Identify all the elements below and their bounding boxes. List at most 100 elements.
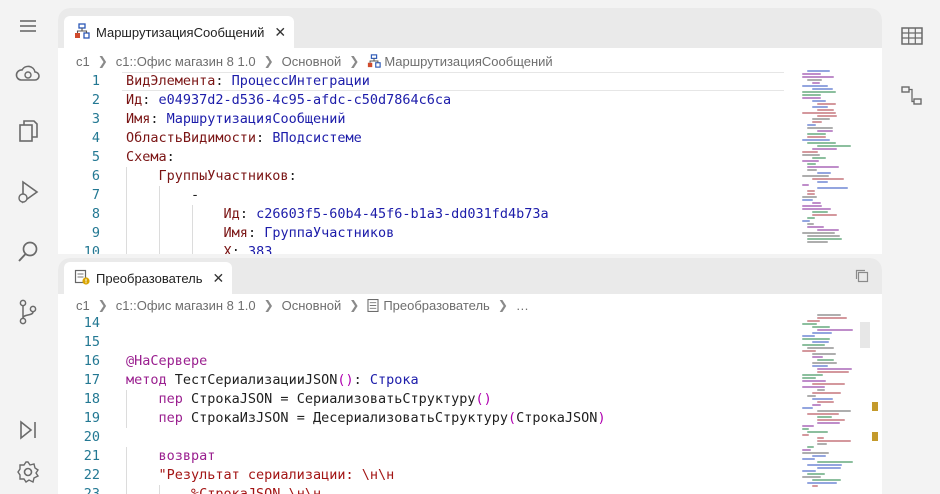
breadcrumb: c1 ❯ с1::Офис магазин 8 1.0 ❯ Основной ❯… (76, 296, 529, 314)
minimap-line (807, 223, 814, 225)
code-text: возврат (126, 447, 216, 466)
breadcrumb-item[interactable]: Преобразователь (367, 298, 490, 313)
code-token: Имя (223, 225, 248, 241)
code-line[interactable]: 23 %СтрокаJSON \н\н (58, 485, 788, 494)
code-line[interactable]: 19 пер СтрокаИзJSON = ДесериализоватьСтр… (58, 409, 788, 428)
breadcrumb-item[interactable]: … (516, 298, 529, 313)
code-text: метод ТестСериализацииJSON(): Строка (126, 371, 419, 390)
line-number: 5 (91, 149, 100, 165)
code-line[interactable]: 1 ВидЭлемента: ПроцессИнтеграции (58, 72, 788, 91)
indent-guide (159, 485, 160, 494)
run-all-icon[interactable] (14, 416, 42, 444)
diagram-icon[interactable] (898, 82, 926, 110)
minimap-line (817, 371, 850, 373)
copy-icon[interactable] (854, 268, 870, 289)
scrollbar-thumb[interactable] (860, 322, 870, 348)
code-line[interactable]: 6 ГруппыУчастников: (58, 167, 788, 186)
minimap[interactable] (802, 314, 878, 494)
code-token: : (166, 149, 175, 165)
minimap[interactable] (802, 70, 858, 254)
code-line[interactable]: 18 пер СтрокаJSON = СериализоватьСтрукту… (58, 390, 788, 409)
minimap-line (802, 220, 811, 222)
code-token: X (223, 244, 232, 254)
tab-marshrutizaciya[interactable]: МаршрутизацияСообщений ✕ (64, 16, 295, 48)
minimap-line (817, 437, 825, 439)
breadcrumb-item[interactable]: Основной (282, 298, 342, 313)
code-line[interactable]: 17 метод ТестСериализацииJSON(): Строка (58, 371, 788, 390)
code-token: возврат (158, 448, 216, 464)
menu-icon[interactable] (14, 12, 42, 40)
source-control-icon[interactable] (14, 298, 42, 326)
close-icon[interactable]: ✕ (213, 271, 225, 285)
line-number: 1 (91, 73, 100, 89)
code-line[interactable]: 22 "Результат сериализации: \н\н (58, 466, 788, 485)
code-token: e04937d2-d536-4c95-afdc-c50d7864c6ca (158, 92, 452, 108)
minimap-line (807, 136, 827, 138)
breadcrumb-item[interactable]: с1::Офис магазин 8 1.0 (116, 54, 256, 69)
table-icon[interactable] (898, 22, 926, 50)
minimap-line (802, 344, 825, 346)
breadcrumb-item[interactable]: c1 (76, 54, 90, 69)
minimap-line (812, 82, 821, 84)
code-line[interactable]: 8 Ид: c26603f5-60b4-45f6-b1a3-dd031fd4b7… (58, 205, 788, 224)
code-token: ПроцессИнтеграции (231, 73, 370, 89)
cloud-sync-icon[interactable] (14, 60, 42, 88)
code-line[interactable]: 14 (58, 314, 788, 333)
settings-gear-icon[interactable] (14, 458, 42, 486)
breadcrumb-item[interactable]: c1 (76, 298, 90, 313)
code-line[interactable]: 3 Имя: МаршрутизацияСообщений (58, 110, 788, 129)
code-editor[interactable]: 14 15 16 @НаСервере 17 метод ТестСериализации… (58, 314, 788, 494)
search-icon[interactable] (14, 238, 42, 266)
line-number: 8 (91, 206, 100, 222)
code-text: ГруппыУчастников: (126, 167, 297, 186)
minimap-line (802, 476, 821, 478)
code-text: "Результат сериализации: \н\н (126, 466, 395, 485)
minimap-line (802, 205, 823, 207)
run-debug-icon[interactable] (14, 178, 42, 206)
indent-guide (192, 205, 193, 254)
code-line[interactable]: 15 (58, 333, 788, 352)
code-text: Ид: e04937d2-d536-4c95-afdc-c50d7864c6ca (126, 91, 451, 110)
minimap-line (807, 446, 815, 448)
code-text: Имя: МаршрутизацияСообщений (126, 110, 345, 129)
code-line[interactable]: 20 (58, 428, 788, 447)
minimap-line (812, 178, 845, 180)
files-icon[interactable] (14, 118, 42, 146)
code-token: СтрокаJSON = СериализоватьСтруктуру (191, 391, 476, 407)
minimap-line (802, 452, 829, 454)
code-line[interactable]: 4 ОбластьВидимости: ВПодсистеме (58, 129, 788, 148)
code-line[interactable]: 5 Схема: (58, 148, 788, 167)
code-line[interactable]: 9 Имя: ГруппаУчастников (58, 224, 788, 243)
code-line[interactable]: 16 @НаСервере (58, 352, 788, 371)
code-token: ТестСериализацииJSON (174, 372, 338, 388)
tab-preobrazovatel[interactable]: Преобразователь ✕ (64, 262, 233, 294)
warning-marker[interactable] (872, 432, 878, 441)
code-editor[interactable]: 1 ВидЭлемента: ПроцессИнтеграции 2 Ид: e049… (58, 72, 788, 254)
line-number: 4 (91, 130, 100, 146)
minimap-line (817, 329, 853, 331)
line-number: 14 (83, 315, 100, 331)
code-line[interactable]: 2 Ид: e04937d2-d536-4c95-afdc-c50d7864c6c… (58, 91, 788, 110)
code-token: : (256, 130, 273, 146)
code-line[interactable]: 7 - (58, 186, 788, 205)
process-integration-icon (368, 54, 382, 68)
chevron-right-icon: ❯ (497, 298, 508, 312)
code-line[interactable]: 21 возврат (58, 447, 788, 466)
minimap-line (812, 455, 826, 457)
code-token: 383 (247, 244, 273, 254)
minimap-line (812, 404, 822, 406)
code-token: : (353, 372, 370, 388)
code-token: : (142, 92, 159, 108)
minimap-line (817, 181, 829, 183)
chevron-right-icon: ❯ (349, 54, 360, 68)
breadcrumb-item[interactable]: МаршрутизацияСообщений (367, 54, 553, 69)
minimap-line (812, 341, 829, 343)
breadcrumb-item[interactable]: Основной (282, 54, 342, 69)
code-line[interactable]: 10 X: 383 (58, 243, 788, 254)
breadcrumb-item[interactable]: с1::Офис магазин 8 1.0 (116, 298, 256, 313)
close-icon[interactable]: ✕ (274, 25, 286, 39)
minimap-line (817, 145, 851, 147)
warning-marker[interactable] (872, 402, 878, 411)
